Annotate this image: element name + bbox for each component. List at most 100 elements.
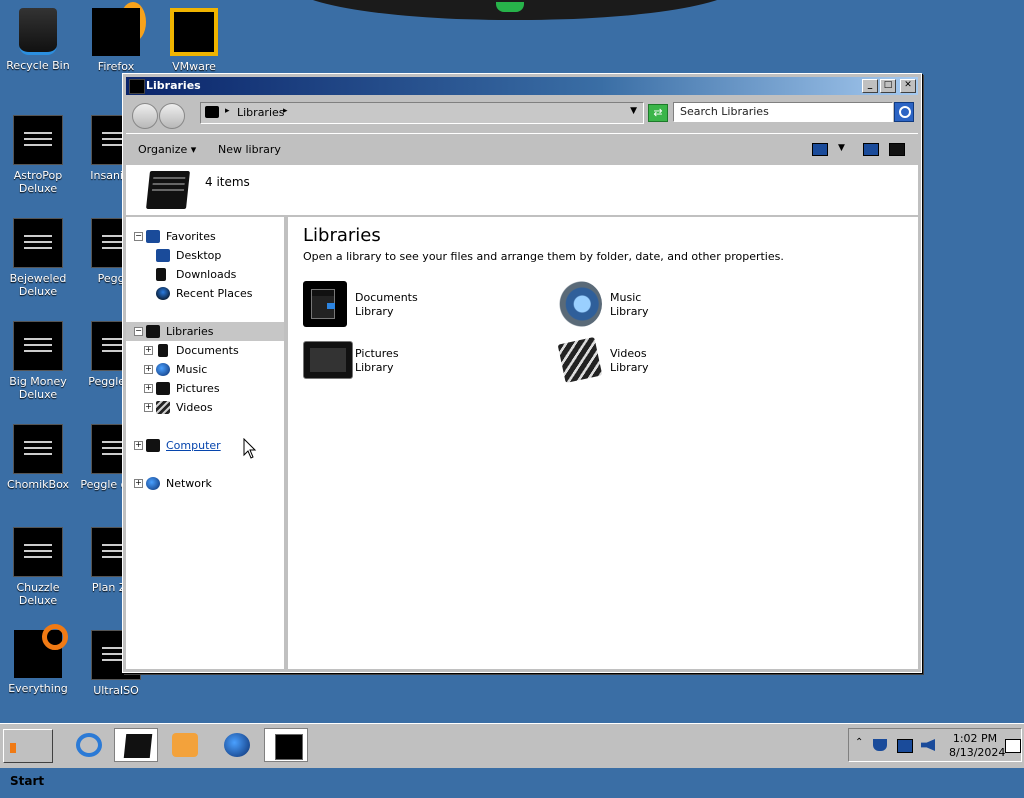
address-dropdown-icon[interactable]: ▼	[630, 106, 637, 116]
music-library-icon	[558, 281, 602, 327]
desktop-icon-astropop[interactable]: AstroPop Deluxe	[0, 115, 76, 195]
everything-icon	[14, 624, 68, 678]
library-item-music[interactable]: Music Library	[558, 281, 798, 329]
security-shield-icon[interactable]	[873, 739, 887, 751]
show-hidden-icons-icon[interactable]: ⌃	[855, 737, 869, 749]
pictures-icon	[156, 382, 170, 395]
preview-pane-icon[interactable]	[863, 143, 879, 156]
desktop-icon-label: Everything	[8, 682, 68, 695]
address-bar[interactable]: ▸ Libraries ▸ ▼	[200, 102, 644, 124]
tree-item-computer[interactable]: + Computer	[126, 436, 284, 455]
expand-icon[interactable]: +	[144, 384, 153, 393]
navigation-pane: − Favorites Desktop Downloads Recent Pla…	[126, 217, 288, 669]
tree-label: Videos	[176, 401, 213, 414]
tree-item-pictures[interactable]: + Pictures	[126, 379, 284, 398]
volume-icon[interactable]	[921, 739, 935, 751]
videos-icon	[156, 401, 170, 414]
tree-item-libraries[interactable]: − Libraries	[126, 322, 284, 341]
tree-label: Documents	[176, 344, 239, 357]
taskbar-internet-explorer[interactable]	[66, 728, 110, 762]
desktop-icon-everything[interactable]: Everything	[0, 624, 76, 695]
maximize-button[interactable]: □	[880, 79, 896, 93]
pictures-library-icon	[303, 341, 353, 379]
downloads-icon	[156, 268, 166, 281]
desktop-icon-bejeweled[interactable]: Bejeweled Deluxe	[0, 218, 76, 298]
collapse-icon[interactable]: −	[134, 232, 143, 241]
desktop-icon-label: Bejeweled Deluxe	[9, 272, 67, 298]
taskbar-libraries[interactable]	[114, 728, 158, 762]
desktop-icon-recycle-bin[interactable]: Recycle Bin	[0, 8, 76, 72]
tree-label: Network	[166, 477, 212, 490]
desktop-icon-label: UltraISO	[93, 684, 139, 697]
tree-item-recent-places[interactable]: Recent Places	[126, 284, 284, 303]
help-icon[interactable]	[889, 143, 905, 156]
forward-button[interactable]	[159, 103, 185, 129]
taskbar-globe-app[interactable]	[214, 728, 258, 762]
tree-label: Favorites	[166, 230, 216, 243]
app-icon	[13, 218, 63, 268]
library-type: Library	[610, 361, 649, 374]
breadcrumb-libraries[interactable]: Libraries	[237, 106, 285, 119]
organize-button[interactable]: Organize ▾	[138, 143, 196, 156]
expand-icon[interactable]: +	[144, 403, 153, 412]
collapse-icon[interactable]: −	[134, 327, 143, 336]
library-item-documents[interactable]: Documents Library	[303, 281, 543, 329]
libraries-large-icon	[146, 171, 190, 209]
tree-item-videos[interactable]: + Videos	[126, 398, 284, 417]
tree-label: Libraries	[166, 325, 214, 338]
library-name: Videos	[610, 347, 647, 360]
close-button[interactable]: ✕	[900, 79, 916, 93]
search-icon[interactable]	[894, 102, 914, 122]
library-name: Music	[610, 291, 642, 304]
library-type: Library	[355, 361, 394, 374]
library-item-pictures[interactable]: Pictures Library	[303, 337, 543, 385]
change-view-icon[interactable]	[812, 143, 828, 156]
command-bar: Organize ▾ New library ▼	[126, 133, 918, 164]
desktop-icon-label: AstroPop Deluxe	[13, 169, 63, 195]
desktop-icon-vmware[interactable]: VMware	[156, 8, 232, 73]
documents-library-icon	[303, 281, 347, 327]
chevron-right-icon[interactable]: ▸	[225, 106, 230, 116]
taskbar: Start ⌃ 1:02 PM 8/13/2024	[0, 723, 1024, 788]
desktop-icon-big-money[interactable]: Big Money Deluxe	[0, 321, 76, 401]
title-bar[interactable]: Libraries _ □ ✕	[126, 77, 918, 95]
action-center-icon[interactable]	[1005, 739, 1021, 753]
tree-label: Recent Places	[176, 287, 253, 300]
tree-item-network[interactable]: + Network	[126, 474, 284, 493]
network-icon	[146, 477, 160, 490]
new-library-button[interactable]: New library	[218, 143, 281, 156]
expand-icon[interactable]: +	[144, 346, 153, 355]
start-button[interactable]: Start	[3, 729, 53, 788]
tree-item-documents[interactable]: + Documents	[126, 341, 284, 360]
chevron-right-icon[interactable]: ▸	[283, 106, 288, 116]
expand-icon[interactable]: +	[134, 441, 143, 450]
expand-icon[interactable]: +	[144, 365, 153, 374]
desktop-icon	[156, 249, 170, 262]
libraries-icon	[205, 106, 219, 118]
search-input[interactable]: Search Libraries	[673, 102, 893, 122]
library-item-videos[interactable]: Videos Library	[557, 336, 798, 385]
expand-icon[interactable]: +	[134, 479, 143, 488]
desktop-icon-chuzzle[interactable]: Chuzzle Deluxe	[0, 527, 76, 607]
tree-item-downloads[interactable]: Downloads	[126, 265, 284, 284]
view-options-dropdown-icon[interactable]: ▼	[838, 143, 845, 153]
minimize-button[interactable]: _	[862, 79, 878, 93]
desktop-icon-chomikbox[interactable]: ChomikBox	[0, 424, 76, 491]
dock-indicator-icon	[496, 2, 524, 12]
content-pane: Libraries Open a library to see your fil…	[288, 217, 918, 669]
back-button[interactable]	[132, 103, 158, 129]
page-title: Libraries	[303, 225, 381, 246]
desktop-icon-firefox[interactable]: Firefox	[78, 2, 154, 73]
tree-item-favorites[interactable]: − Favorites	[126, 227, 284, 246]
app-icon	[13, 115, 63, 165]
tree-label: Desktop	[176, 249, 222, 262]
refresh-button[interactable]: ⇄	[648, 104, 668, 122]
windows-logo-icon	[10, 742, 16, 753]
network-monitor-icon[interactable]	[897, 739, 913, 753]
tree-item-desktop[interactable]: Desktop	[126, 246, 284, 265]
taskbar-app[interactable]	[264, 728, 308, 762]
globe-icon	[224, 733, 250, 757]
taskbar-media-player[interactable]	[162, 728, 206, 762]
clock[interactable]: 1:02 PM 8/13/2024	[949, 732, 1005, 760]
tree-item-music[interactable]: + Music	[126, 360, 284, 379]
